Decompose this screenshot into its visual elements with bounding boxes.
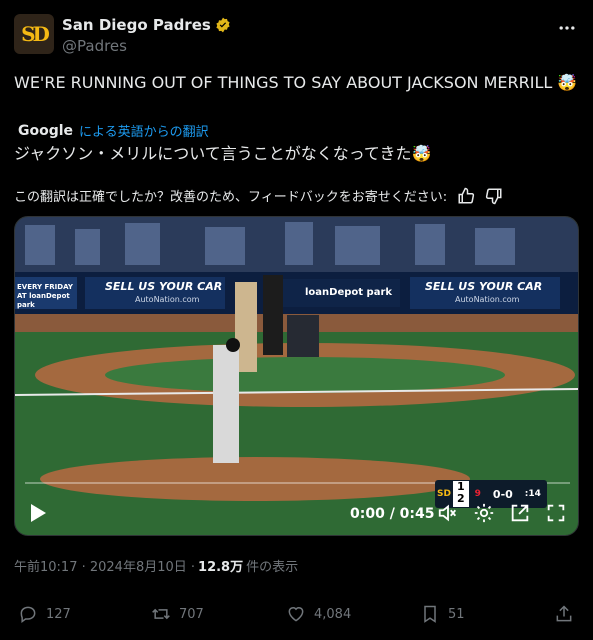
settings-gear-icon[interactable] bbox=[473, 502, 495, 524]
bookmark-icon bbox=[424, 605, 436, 623]
ball-strike-count: 0-0 bbox=[492, 487, 513, 501]
google-logo: Google bbox=[18, 122, 74, 139]
translation-source-link[interactable]: による英語からの翻訳 bbox=[79, 121, 209, 140]
timestamp[interactable]: 午前10:17 · 2024年8月10日 · bbox=[14, 556, 195, 575]
feedback-prompt: この翻訳は正確でしたか？改善のため、フィードバックをお寄せください: bbox=[14, 190, 448, 205]
repost-icon bbox=[152, 608, 170, 620]
tweet-header: SD San Diego Padres @Padres bbox=[14, 14, 579, 58]
ad-banner-1-sub: AutoNation.com bbox=[135, 295, 200, 304]
avatar[interactable]: SD bbox=[14, 14, 54, 54]
share-button[interactable] bbox=[554, 604, 582, 624]
translation-feedback: この翻訳は正確でしたか？改善のため、フィードバックをお寄せください: bbox=[14, 186, 503, 205]
translated-text: ジャクソン・メリルについて言うことがなくなってきた🤯 bbox=[14, 144, 432, 163]
translation-attribution: Google による英語からの翻訳 bbox=[18, 121, 209, 141]
video-player[interactable]: EVERY FRIDAY AT loanDepot park SELL US Y… bbox=[14, 216, 579, 536]
play-icon[interactable] bbox=[29, 503, 47, 523]
padres-logo: SD bbox=[21, 22, 50, 46]
like-count: 4,084 bbox=[314, 606, 352, 622]
thumbs-up-icon[interactable] bbox=[457, 187, 475, 205]
reply-button[interactable]: 127 bbox=[18, 604, 71, 624]
handle[interactable]: @Padres bbox=[62, 37, 127, 55]
thumbs-down-icon[interactable] bbox=[485, 187, 503, 205]
ad-banner-2: SELL US YOUR CAR bbox=[425, 280, 543, 293]
verified-badge-icon bbox=[216, 17, 230, 33]
share-icon bbox=[556, 605, 572, 622]
ad-banner-1: SELL US YOUR CAR bbox=[105, 280, 223, 293]
tweet-meta: 午前10:17 · 2024年8月10日 · 12.8万 件の表示 bbox=[14, 556, 298, 575]
view-label: 件の表示 bbox=[246, 560, 299, 575]
display-name[interactable]: San Diego Padres bbox=[62, 16, 211, 34]
tweet-text: WE'RE RUNNING OUT OF THINGS TO SAY ABOUT… bbox=[14, 73, 578, 92]
bookmark-button[interactable]: 51 bbox=[420, 604, 465, 624]
reply-count: 127 bbox=[46, 606, 71, 622]
ad-banner-left: EVERY FRIDAY AT loanDepot park bbox=[17, 283, 73, 309]
ad-banner-3: loanDepot park bbox=[305, 287, 393, 298]
ad-banner-2-sub: AutoNation.com bbox=[455, 295, 520, 304]
video-time: 0:00 / 0:45 bbox=[350, 506, 435, 522]
inning: 9 bbox=[474, 489, 481, 499]
action-bar: 127 707 4,084 51 bbox=[18, 604, 578, 626]
repost-button[interactable]: 707 bbox=[151, 604, 204, 624]
reply-icon bbox=[20, 606, 36, 623]
pitch-clock: :14 bbox=[524, 489, 541, 499]
popout-icon[interactable] bbox=[509, 502, 531, 524]
view-count: 12.8万 bbox=[198, 560, 244, 575]
like-button[interactable]: 4,084 bbox=[286, 604, 351, 624]
fullscreen-icon[interactable] bbox=[545, 502, 567, 524]
heart-icon bbox=[288, 607, 304, 622]
more-options-icon[interactable] bbox=[557, 18, 577, 38]
name-row: San Diego Padres bbox=[62, 16, 231, 34]
bookmark-count: 51 bbox=[448, 606, 465, 622]
volume-muted-icon[interactable] bbox=[437, 502, 459, 524]
repost-count: 707 bbox=[179, 606, 204, 622]
